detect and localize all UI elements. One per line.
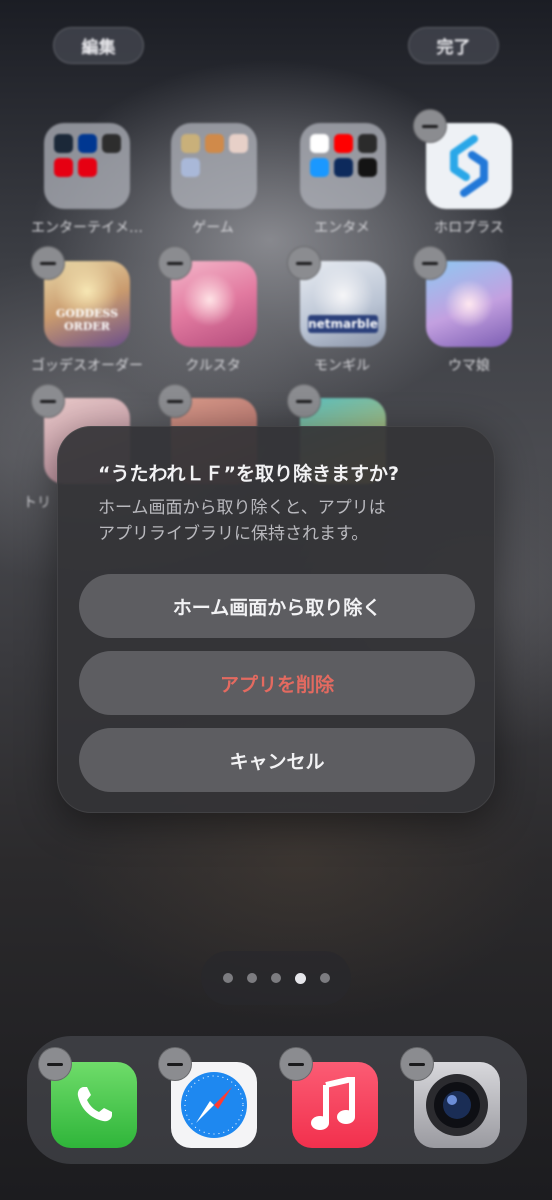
- cancel-button[interactable]: キャンセル: [79, 728, 475, 792]
- app-label: モンギル: [314, 358, 370, 374]
- delete-app-button[interactable]: アプリを削除: [79, 651, 475, 715]
- app-label: ウマ娘: [448, 358, 490, 374]
- remove-app-minus-icon[interactable]: [287, 384, 321, 418]
- page-dot: [319, 973, 330, 983]
- goddess-order-logo: GODDESS ORDER: [55, 307, 119, 333]
- remove-app-minus-icon[interactable]: [31, 246, 65, 280]
- dialog-message: ホーム画面から取り除くと、アプリは アプリライブラリに保持されます。: [98, 498, 386, 544]
- folder-games[interactable]: [171, 123, 257, 209]
- edit-button[interactable]: 編集: [53, 27, 144, 64]
- page-indicator[interactable]: [201, 951, 351, 1005]
- safari-icon: [181, 1072, 247, 1138]
- folder-label: エンタメ: [314, 220, 370, 236]
- music-icon: [311, 1077, 355, 1130]
- remove-app-minus-icon[interactable]: [38, 1047, 72, 1081]
- remove-app-minus-icon[interactable]: [413, 109, 447, 143]
- camera-icon: [426, 1074, 488, 1136]
- remove-app-minus-icon[interactable]: [158, 246, 192, 280]
- remove-app-dialog: “うたわれＬＦ”を取り除きますか? ホーム画面から取り除くと、アプリは アプリラ…: [57, 426, 495, 813]
- page-dot-current: [294, 972, 306, 984]
- remove-app-minus-icon[interactable]: [279, 1047, 313, 1081]
- phone-icon: [77, 1087, 112, 1122]
- remove-app-minus-icon[interactable]: [158, 1047, 192, 1081]
- done-button[interactable]: 完了: [408, 27, 499, 64]
- folder-entame[interactable]: [300, 123, 386, 209]
- netmarble-logo: netmarble: [308, 315, 378, 333]
- remove-app-minus-icon[interactable]: [413, 246, 447, 280]
- app-label: ゴッデスオーダー: [31, 358, 143, 374]
- app-label: クルスタ: [185, 358, 241, 374]
- page-dot: [222, 973, 233, 983]
- holoplus-logo-icon: [450, 135, 488, 197]
- remove-app-minus-icon[interactable]: [31, 384, 65, 418]
- folder-label: エンターテイメ…: [31, 220, 143, 236]
- remove-app-minus-icon[interactable]: [400, 1047, 434, 1081]
- folder-label: ゲーム: [192, 220, 234, 236]
- remove-app-minus-icon[interactable]: [287, 246, 321, 280]
- folder-entertainment[interactable]: [44, 123, 130, 209]
- page-dot: [270, 973, 281, 983]
- remove-from-home-button[interactable]: ホーム画面から取り除く: [79, 574, 475, 638]
- dialog-title: “うたわれＬＦ”を取り除きますか?: [98, 463, 400, 485]
- app-label: ホロプラス: [434, 220, 504, 236]
- remove-app-minus-icon[interactable]: [158, 384, 192, 418]
- page-dot: [246, 973, 257, 983]
